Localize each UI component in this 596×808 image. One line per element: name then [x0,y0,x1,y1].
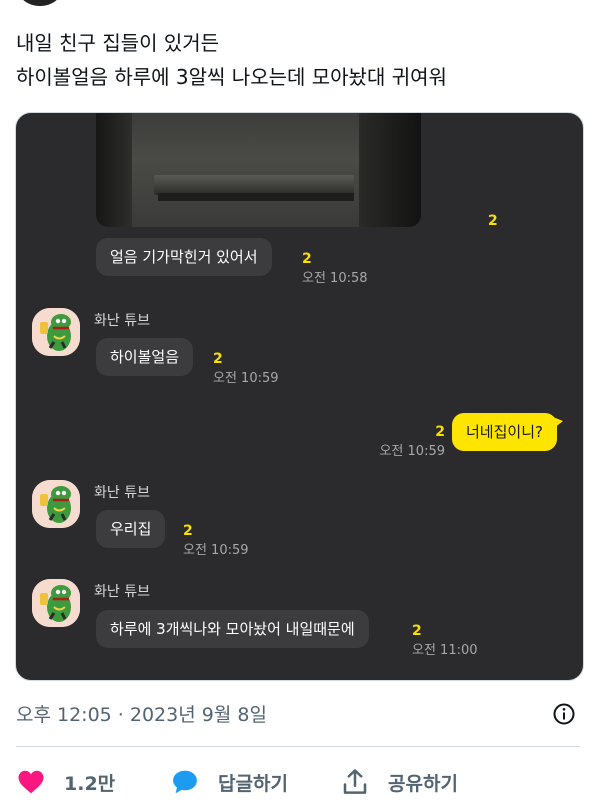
unread-count: 2 [302,251,312,267]
unread-count: 2 [412,623,422,639]
message-meta: 2 오전 10:59 [183,523,249,558]
reply-icon [173,770,197,794]
shared-photo [96,113,421,227]
message-time: 오전 10:59 [213,371,279,386]
message-meta: 2 오전 10:58 [302,251,368,286]
reply-button[interactable]: 답글하기 [170,766,288,798]
heart-icon [18,770,44,794]
message-bubble: 얼음 기가막힌거 있어서 [96,238,272,276]
like-button[interactable]: 1.2만 [16,766,115,798]
sender-name: 화난 튜브 [94,584,150,600]
divider [16,746,580,747]
message-time: 오전 11:00 [412,643,478,658]
message-bubble: 하이볼얼음 [96,338,194,376]
share-button[interactable]: 공유하기 [340,766,458,798]
share-label: 공유하기 [388,772,458,795]
like-count: 1.2만 [64,772,116,795]
message-meta: 2 오전 10:59 [213,351,279,386]
sender-name: 화난 튜브 [94,485,150,501]
reply-label: 답글하기 [218,772,288,795]
unread-count: 2 [488,213,498,229]
share-icon [343,769,367,794]
unread-count: 2 [183,523,193,539]
unread-count: 2 [435,424,445,440]
tweet-timestamp[interactable]: 오후 12:05 · 2023년 9월 8일 [16,700,267,727]
message-meta: 2 오전 10:59 [379,424,445,459]
tube-profile-icon[interactable] [32,480,80,528]
tweet-line-2: 하이볼얼음 하루에 3알씩 나오는데 모아놨대 귀여워 [16,65,447,89]
tube-profile-icon[interactable] [32,579,80,627]
my-message-bubble: 너네집이니? [452,413,563,451]
unread-count: 2 [213,351,223,367]
chat-screenshot-image[interactable]: 2 얼음 기가막힌거 있어서 2 오전 10:58 화난 튜브 하이볼얼음 2 … [15,112,584,681]
sender-name: 화난 튜브 [94,313,150,329]
info-icon[interactable] [552,702,576,726]
message-time: 오전 10:59 [379,444,445,459]
tweet-line-1: 내일 친구 집들이 있거든 [16,31,220,55]
message-meta: 2 오전 11:00 [412,623,478,658]
message-time: 오전 10:58 [302,271,368,286]
message-bubble: 하루에 3개씩나와 모아놨어 내일때문에 [96,610,369,648]
author-avatar[interactable] [18,0,62,6]
message-time: 오전 10:59 [183,543,249,558]
tweet-text: 내일 친구 집들이 있거든 하이볼얼음 하루에 3알씩 나오는데 모아놨대 귀여… [16,26,576,94]
message-bubble: 우리집 [96,510,166,548]
tube-profile-icon[interactable] [32,308,80,356]
